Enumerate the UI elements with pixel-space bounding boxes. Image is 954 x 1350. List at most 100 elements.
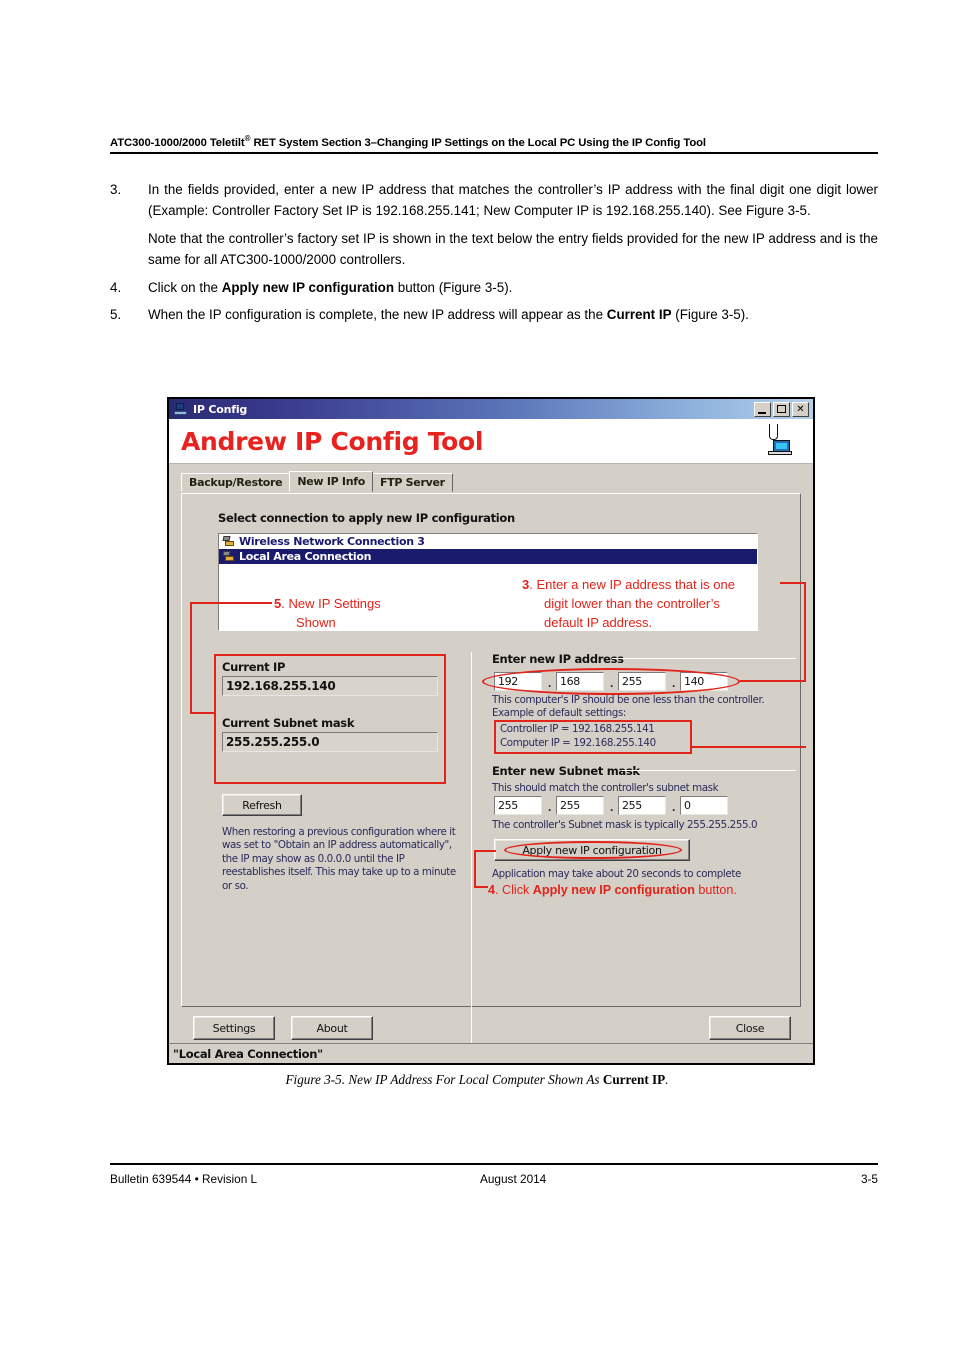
list-item-step4: 4. Click on the Apply new IP configurati…: [110, 278, 878, 299]
current-subnet-label: Current Subnet mask: [222, 716, 355, 730]
callout4-post: button.: [694, 883, 737, 897]
maximize-icon: [777, 404, 786, 413]
figcap-post: .: [665, 1072, 669, 1087]
figcap-bold: Current IP: [602, 1072, 666, 1087]
annotation-ellipse-apply-button: [504, 841, 682, 859]
network-adapter-icon: [222, 535, 235, 548]
step4-number: 4.: [110, 280, 122, 295]
list-item-step5: 5. When the IP configuration is complete…: [110, 305, 878, 326]
step3-note: Note that the controller’s factory set I…: [148, 231, 878, 267]
list-item-wireless-network-connection-3[interactable]: Wireless Network Connection 3: [219, 534, 757, 549]
new-ip-group-label: Enter new IP address: [492, 652, 624, 666]
header-rule: [110, 151, 878, 154]
current-subnet-value: 255.255.255.0: [222, 732, 438, 752]
step4-text: Click on the Apply new IP configuration …: [148, 278, 878, 299]
about-button[interactable]: About: [291, 1016, 373, 1040]
close-window-button[interactable]: ✕: [792, 401, 809, 417]
new-subnet-octet-1[interactable]: 255: [494, 796, 542, 815]
tab-new-ip-info[interactable]: New IP Info: [289, 471, 373, 492]
new-subnet-octet-3[interactable]: 255: [618, 796, 666, 815]
callout5-text2: Shown: [296, 615, 336, 630]
footer-rule: [110, 1163, 878, 1165]
ip-config-window: IP Config ✕ Andrew IP Config Tool Backup…: [167, 397, 815, 1065]
maximize-button[interactable]: [773, 401, 790, 417]
apply-note: Application may take about 20 seconds to…: [492, 868, 741, 880]
page-header: ATC300-1000/2000 Teletilt® RET System Se…: [110, 134, 878, 154]
callout4-number: 4: [488, 883, 496, 897]
step4-pre: Click on the: [148, 280, 222, 295]
leader-line-4-h-bottom: [474, 886, 488, 888]
close-icon: ✕: [796, 403, 805, 415]
leader-line-example-h: [690, 746, 806, 748]
tab-ftp-server[interactable]: FTP Server: [371, 473, 453, 492]
callout4-pre: . Click: [495, 883, 533, 897]
leader-line-5-h-top: [190, 602, 272, 604]
callout4-bold: Apply new IP configuration: [532, 883, 695, 897]
minimize-icon: [758, 411, 766, 414]
leader-line-3-top: [780, 582, 806, 584]
tabstrip: Backup/Restore New IP Info FTP Server: [169, 471, 813, 492]
footer-bulletin: Bulletin 639544 • Revision L: [110, 1172, 258, 1186]
new-ip-group-rule: [612, 658, 796, 659]
callout3-line3: default IP address.: [544, 615, 653, 630]
current-ip-value: 192.168.255.140: [222, 676, 438, 696]
leader-line-5-v: [190, 602, 192, 714]
new-subnet-octet-4[interactable]: 0: [680, 796, 728, 815]
step3-number: 3.: [110, 182, 122, 197]
callout5-text: . New IP Settings: [281, 596, 381, 611]
brand-title: Andrew IP Config Tool: [181, 426, 484, 456]
figure-caption: Figure 3-5. New IP Address For Local Com…: [0, 1072, 954, 1088]
settings-button[interactable]: Settings: [193, 1016, 275, 1040]
callout3-line2: digit lower than the controller’s: [544, 596, 720, 611]
new-subnet-note: The controller's Subnet mask is typicall…: [492, 819, 758, 831]
list-item-local-area-connection[interactable]: Local Area Connection: [219, 549, 757, 564]
step5-post: (Figure 3-5).: [671, 306, 749, 322]
step5-number: 5.: [110, 306, 122, 322]
callout3-line1: . Enter a new IP address that is one: [529, 577, 735, 592]
brand-bar: Andrew IP Config Tool: [169, 419, 813, 464]
example-controller-ip: Controller IP = 192.168.255.141: [500, 723, 655, 735]
window-titlebar[interactable]: IP Config ✕: [169, 399, 813, 419]
leader-line-4-h-top: [474, 850, 496, 852]
tab-page-new-ip-info: Select connection to apply new IP config…: [181, 493, 806, 1052]
step3-text: In the fields provided, enter a new IP a…: [148, 182, 878, 218]
subnet-dot-3: .: [672, 800, 676, 814]
new-ip-help-line2: Example of default settings:: [492, 707, 626, 719]
subnet-dot-2: .: [610, 800, 614, 814]
refresh-button[interactable]: Refresh: [222, 794, 302, 816]
example-computer-ip: Computer IP = 192.168.255.140: [500, 737, 656, 749]
page-header-title: ATC300-1000/2000 Teletilt® RET System Se…: [110, 134, 878, 152]
app-computer-icon: [173, 402, 188, 416]
new-ip-help-line1: This computer's IP should be one less th…: [492, 694, 765, 706]
leader-line-4-v: [474, 850, 476, 888]
statusbar-text: "Local Area Connection": [173, 1046, 323, 1061]
new-subnet-octet-2[interactable]: 255: [556, 796, 604, 815]
step5-text: When the IP configuration is complete, t…: [148, 305, 878, 326]
footer-date: August 2014: [480, 1172, 547, 1186]
leader-line-3-h: [740, 680, 806, 682]
connection-label: Local Area Connection: [239, 550, 372, 563]
new-subnet-group-rule: [622, 770, 796, 771]
select-connection-label: Select connection to apply new IP config…: [218, 511, 515, 525]
annotation-callout-4: 4. Click Apply new IP configuration butt…: [488, 881, 798, 900]
network-adapter-icon: [222, 550, 235, 563]
annotation-callout-5: 5. New IP Settings Shown: [274, 594, 454, 632]
minimize-button[interactable]: [754, 401, 771, 417]
new-subnet-group-label: Enter new Subnet mask: [492, 764, 640, 778]
close-button[interactable]: Close: [709, 1016, 791, 1040]
statusbar: "Local Area Connection": [169, 1043, 813, 1063]
list-item-step3: 3. In the fields provided, enter a new I…: [110, 180, 878, 221]
step4-post: button (Figure 3-5).: [394, 280, 513, 295]
subnet-dot-1: .: [548, 800, 552, 814]
figcap-pre: Figure 3-5. New IP Address For Local Com…: [285, 1072, 603, 1087]
header-title-part1: ATC300-1000/2000 Teletilt: [110, 136, 245, 149]
page-footer: Bulletin 639544 • Revision L August 2014…: [110, 1163, 878, 1186]
new-subnet-help: This should match the controller's subne…: [492, 782, 719, 794]
antenna-laptop-icon: [759, 424, 795, 460]
tab-backup-restore[interactable]: Backup/Restore: [181, 473, 291, 492]
instruction-list: 3. In the fields provided, enter a new I…: [110, 180, 878, 325]
leader-line-5-h-bottom: [190, 712, 216, 714]
connection-label: Wireless Network Connection 3: [239, 535, 425, 548]
footer-page-number: 3-5: [860, 1172, 878, 1186]
leader-line-3-v: [804, 582, 806, 682]
